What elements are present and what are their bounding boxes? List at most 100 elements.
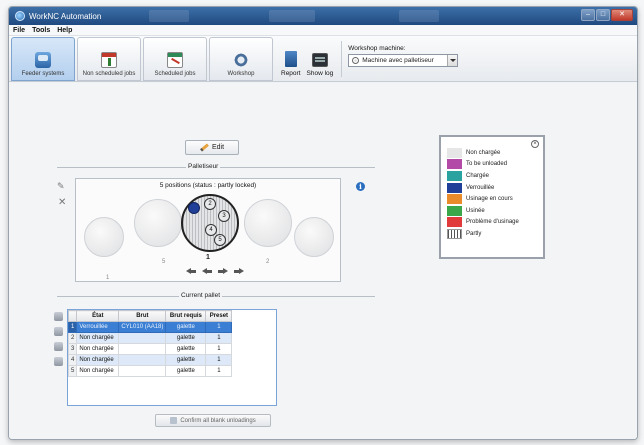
- workshop-icon: [233, 52, 249, 68]
- scheduled-icon: [167, 52, 183, 68]
- tab-workshop[interactable]: Workshop: [209, 37, 273, 81]
- column-preset[interactable]: Preset: [205, 310, 233, 322]
- app-window: WorkNC Automation – □ ✕ File Tools Help …: [8, 6, 638, 440]
- legend-label: Verrouillée: [466, 184, 495, 191]
- legend-swatch: [447, 205, 462, 216]
- main-content: Edit Palletiseur ✎ ✕ i 5 positions (stat…: [9, 83, 637, 439]
- pallet-position-3[interactable]: 3: [218, 210, 230, 222]
- legend-item: Chargée: [447, 170, 543, 182]
- close-button[interactable]: ✕: [611, 9, 633, 21]
- menu-bar: File Tools Help: [9, 25, 637, 36]
- toolbar-separator: [341, 41, 343, 77]
- pallet-navigation: [186, 268, 250, 275]
- confirm-unloadings-button[interactable]: Confirm all blank unloadings: [155, 414, 271, 427]
- edit-pen-icon[interactable]: ✎: [57, 181, 65, 192]
- feeder-icon: [35, 52, 51, 68]
- arrow-left-icon[interactable]: [202, 268, 212, 275]
- ghost-pallet: [134, 199, 182, 247]
- ghost-number: 2: [266, 259, 270, 265]
- window-title: WorkNC Automation: [29, 11, 102, 21]
- pallet-number: 1: [206, 254, 210, 261]
- legend-list: Non chargée To be unloaded Chargée Verrouil…: [447, 147, 543, 240]
- legend-item: Usinée: [447, 205, 543, 217]
- row-tool-icon[interactable]: [54, 357, 63, 366]
- machine-dropdown[interactable]: Machine avec palletiseur: [348, 53, 459, 67]
- column-etat[interactable]: État: [76, 310, 120, 322]
- legend-item: Problème d'usinage: [447, 217, 543, 229]
- ghost-pallet: [294, 217, 334, 257]
- current-pallet-table: État Brut Brut requis Preset 1 Verrouill…: [67, 309, 277, 406]
- machine-selector: Workshop machine: Machine avec palletise…: [348, 45, 459, 67]
- legend-label: Chargée: [466, 172, 490, 179]
- pallet-position-4[interactable]: 4: [205, 224, 217, 236]
- table-row[interactable]: 3 Non chargée galette 1: [67, 343, 233, 355]
- report-icon: [284, 51, 297, 67]
- legend-item: Partly: [447, 228, 543, 240]
- arrow-right-icon[interactable]: [234, 268, 244, 275]
- background-blur: [399, 10, 439, 22]
- log-icon: [311, 53, 328, 67]
- tab-non-scheduled-jobs[interactable]: Non scheduled jobs: [77, 37, 141, 81]
- row-tool-icon[interactable]: [54, 327, 63, 336]
- legend-label: Non chargée: [466, 149, 501, 156]
- background-blur: [269, 10, 315, 22]
- legend-label: Partly: [466, 230, 482, 237]
- column-brut-requis[interactable]: Brut requis: [165, 310, 207, 322]
- legend-label: Usinée: [466, 207, 485, 214]
- info-icon[interactable]: i: [356, 182, 365, 191]
- legend-label: To be unloaded: [466, 161, 508, 168]
- row-tool-icon[interactable]: [54, 342, 63, 351]
- window-controls: – □ ✕: [580, 9, 633, 21]
- table-row[interactable]: 4 Non chargée galette 1: [67, 354, 233, 366]
- menu-help[interactable]: Help: [57, 27, 72, 34]
- legend-swatch: [447, 182, 462, 193]
- legend-swatch: [447, 147, 462, 158]
- legend-label: Problème d'usinage: [466, 219, 519, 226]
- report-button[interactable]: Report: [281, 39, 301, 81]
- main-toolbar: Feeder systems Non scheduled jobs Schedu…: [9, 36, 637, 82]
- legend-swatch: [447, 194, 462, 205]
- background-blur: [149, 10, 189, 22]
- app-logo-icon: [15, 11, 25, 21]
- title-bar: WorkNC Automation – □ ✕: [9, 7, 637, 25]
- pallet-position-1[interactable]: [188, 202, 200, 214]
- delete-x-icon[interactable]: ✕: [58, 197, 66, 208]
- current-pallet-diagram[interactable]: 2 3 4 5: [181, 194, 239, 252]
- menu-file[interactable]: File: [13, 27, 25, 34]
- pallet-position-5[interactable]: 5: [214, 234, 226, 246]
- machine-radio-icon: [352, 56, 360, 64]
- pencil-icon: [200, 143, 209, 152]
- column-brut[interactable]: Brut: [118, 310, 167, 322]
- table-row[interactable]: 2 Non chargée galette 1: [67, 332, 233, 344]
- arrow-left-icon[interactable]: [186, 268, 196, 275]
- table-row[interactable]: 1 Verrouillée CYL010 (AA18) galette 1: [67, 321, 233, 333]
- legend-swatch: [447, 217, 462, 228]
- close-legend-icon[interactable]: ×: [531, 140, 539, 148]
- edit-button[interactable]: Edit: [185, 140, 239, 155]
- ghost-pallet: [84, 217, 124, 257]
- confirm-icon: [170, 417, 178, 424]
- status-legend: × Non chargée To be unloaded Chargée Verrou…: [439, 135, 545, 259]
- row-tool-icon[interactable]: [54, 312, 63, 321]
- palletiseur-view: 5 positions (status : partly locked) 5 2…: [75, 178, 341, 282]
- legend-swatch: [447, 228, 462, 239]
- show-log-button[interactable]: Show log: [307, 39, 333, 81]
- job-icon: [101, 52, 117, 68]
- legend-item: Verrouillée: [447, 182, 543, 194]
- legend-item: Usinage en cours: [447, 193, 543, 205]
- minimize-button[interactable]: –: [581, 9, 595, 21]
- table-row[interactable]: 5 Non chargée galette 1: [67, 365, 233, 377]
- tab-feeder-systems[interactable]: Feeder systems: [11, 37, 75, 81]
- tab-scheduled-jobs[interactable]: Scheduled jobs: [143, 37, 207, 81]
- menu-tools[interactable]: Tools: [32, 27, 50, 34]
- chevron-down-icon[interactable]: [447, 54, 458, 66]
- pallet-position-2[interactable]: 2: [204, 198, 216, 210]
- maximize-button[interactable]: □: [596, 9, 610, 21]
- legend-label: Usinage en cours: [466, 196, 513, 203]
- ghost-number: 1: [106, 275, 110, 281]
- arrow-right-icon[interactable]: [218, 268, 228, 275]
- legend-swatch: [447, 170, 462, 181]
- ghost-pallet: [244, 199, 292, 247]
- row-number-header: [67, 310, 78, 322]
- legend-item: To be unloaded: [447, 159, 543, 171]
